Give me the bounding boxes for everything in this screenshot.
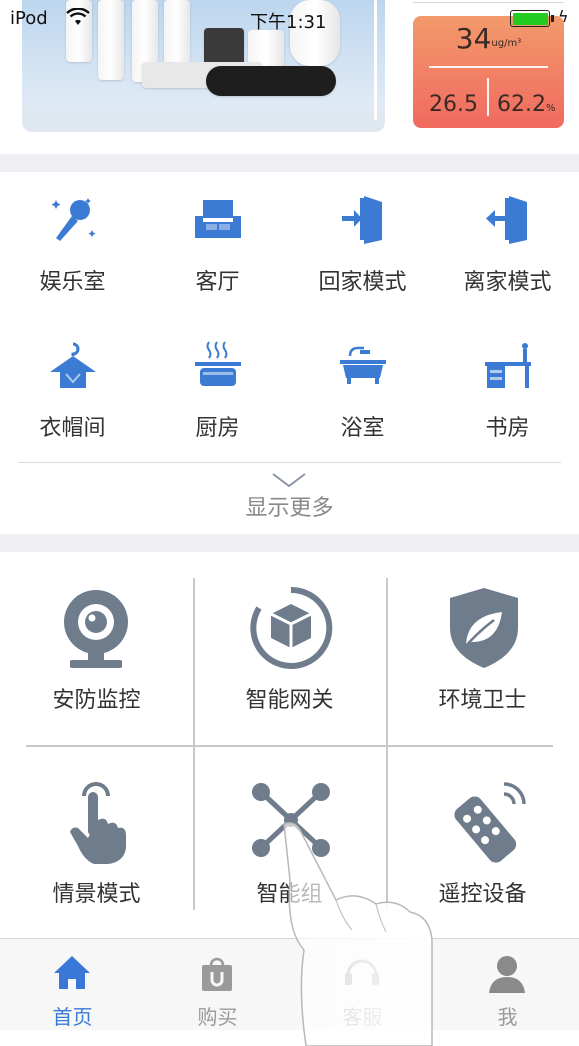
- sofa-icon: [195, 200, 241, 238]
- feature-label: 智能网关: [245, 688, 334, 713]
- humidity-reading: 62.2%: [497, 92, 556, 117]
- grid-divider: [26, 745, 553, 747]
- banner-device-image: [206, 66, 336, 96]
- leaf-shield-icon: [450, 588, 518, 668]
- tab-me[interactable]: 我: [435, 939, 579, 1031]
- tab-buy[interactable]: 购买: [145, 939, 290, 1031]
- feature-scene-mode[interactable]: 情景模式: [0, 746, 193, 936]
- feature-smart-group[interactable]: 智能组: [193, 746, 386, 936]
- microphone-icon: [51, 198, 96, 241]
- room-label: 离家模式: [463, 270, 552, 295]
- card-divider-line: [429, 66, 548, 68]
- person-icon: [489, 956, 525, 993]
- room-bathroom[interactable]: 浴室: [290, 318, 435, 448]
- charging-icon: ϟ: [558, 7, 569, 26]
- features-grid: 安防监控 智能网关 环境卫士 情景模式 智能组 遥控设备: [0, 552, 579, 940]
- room-label: 书房: [485, 416, 530, 441]
- room-label: 客厅: [195, 270, 240, 295]
- room-label: 浴室: [340, 416, 385, 441]
- webcam-icon: [64, 590, 128, 668]
- card-divider-vertical: [487, 78, 489, 116]
- humidity-unit: %: [545, 103, 556, 114]
- tab-label: 客服: [342, 1005, 383, 1029]
- hanger-icon: [50, 342, 96, 388]
- room-label: 回家模式: [318, 270, 407, 295]
- shopping-bag-icon: [202, 957, 232, 991]
- temperature-value: 26.5: [429, 92, 478, 117]
- grid-divider: [386, 578, 388, 910]
- feature-smart-gateway[interactable]: 智能网关: [193, 552, 386, 742]
- battery-icon: [510, 10, 550, 27]
- tab-bar: 首页 购买 客服 我: [0, 938, 579, 1030]
- remote-control-icon: [454, 782, 526, 863]
- show-more-label: 显示更多: [245, 496, 334, 521]
- room-label: 娱乐室: [39, 270, 106, 295]
- room-living-room[interactable]: 客厅: [145, 172, 290, 302]
- bottom-strip: [0, 1030, 579, 1046]
- tab-home[interactable]: 首页: [0, 939, 145, 1031]
- room-home-mode[interactable]: 回家模式: [290, 172, 435, 302]
- feature-label: 遥控设备: [438, 882, 527, 907]
- divider: [18, 462, 561, 463]
- banner-shelf: [22, 110, 385, 132]
- feature-security-monitoring[interactable]: 安防监控: [0, 552, 193, 742]
- room-label: 衣帽间: [39, 416, 106, 441]
- status-bar: iPod 下午1:31 ϟ: [0, 0, 579, 40]
- room-kitchen[interactable]: 厨房: [145, 318, 290, 448]
- feature-label: 环境卫士: [438, 688, 527, 713]
- room-away-mode[interactable]: 离家模式: [435, 172, 579, 302]
- network-nodes-icon: [252, 783, 330, 857]
- room-study[interactable]: 书房: [435, 318, 579, 448]
- gateway-cube-icon: [250, 586, 333, 669]
- tab-label: 我: [497, 1005, 518, 1029]
- rooms-grid: 娱乐室 客厅 回家模式 离家模式 衣帽间 厨房 浴室 书房 显示更多: [0, 172, 579, 534]
- cooking-pot-icon: [195, 341, 241, 386]
- chevron-down-icon: [272, 473, 306, 488]
- wifi-icon: [66, 7, 90, 31]
- tab-label: 首页: [52, 1005, 93, 1029]
- home-icon: [54, 956, 90, 989]
- desk-icon: [485, 343, 531, 388]
- tab-customer-service[interactable]: 客服: [290, 939, 435, 1031]
- room-entertainment[interactable]: 娱乐室: [0, 172, 145, 302]
- tap-hand-icon: [70, 782, 126, 864]
- feature-environment-guard[interactable]: 环境卫士: [386, 552, 579, 742]
- door-enter-icon: [342, 196, 382, 244]
- feature-remote-devices[interactable]: 遥控设备: [386, 746, 579, 936]
- feature-label: 情景模式: [52, 882, 141, 907]
- humidity-value: 62.2: [497, 92, 546, 117]
- room-label: 厨房: [195, 416, 240, 441]
- battery-tip: [551, 15, 554, 22]
- grid-divider: [193, 578, 195, 910]
- carrier-label: iPod: [10, 8, 48, 29]
- feature-label: 安防监控: [52, 688, 141, 713]
- door-exit-icon: [486, 196, 527, 244]
- bathtub-icon: [340, 346, 386, 384]
- clock: 下午1:31: [250, 12, 327, 33]
- feature-label: 智能组: [256, 882, 323, 907]
- room-cloakroom[interactable]: 衣帽间: [0, 318, 145, 448]
- customer-service-icon: [345, 959, 379, 985]
- show-more-button[interactable]: 显示更多: [0, 468, 579, 524]
- tab-label: 购买: [197, 1005, 238, 1029]
